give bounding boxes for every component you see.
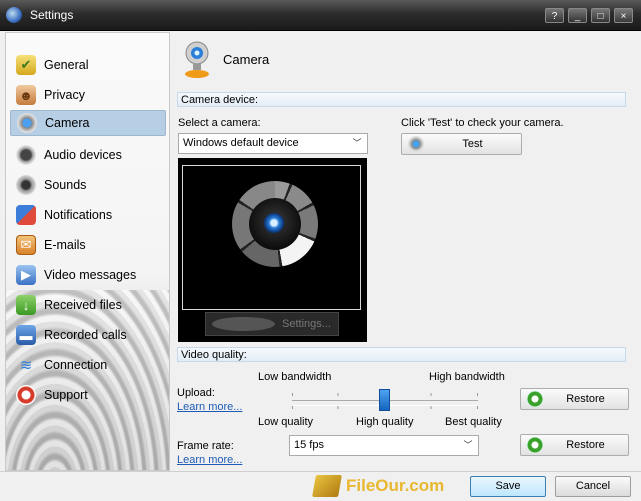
camera-icon	[17, 113, 37, 133]
test-button-label: Test	[462, 138, 483, 150]
quality-slider-thumb[interactable]	[379, 389, 390, 411]
camera-select[interactable]: Windows default device ﹀	[178, 133, 368, 154]
privacy-icon: ☻	[16, 85, 36, 105]
high-quality-label: High quality	[356, 416, 414, 428]
sidebar-item-label: Camera	[45, 116, 90, 130]
low-bandwidth-label: Low bandwidth	[258, 371, 332, 383]
maximize-button[interactable]: □	[591, 8, 610, 23]
camera-device-section-header: Camera device:	[177, 92, 626, 107]
camera-header-icon	[185, 41, 209, 78]
connection-icon: ≋	[19, 357, 33, 374]
settings-sidebar: ✔ General ☻ Privacy Camera Audio devices…	[5, 32, 170, 471]
sidebar-item-label: Received files	[44, 298, 122, 312]
sidebar-item-connection[interactable]: ≋ Connection	[10, 352, 166, 378]
sidebar-item-label: Video messages	[44, 268, 137, 282]
sidebar-item-label: Audio devices	[44, 148, 122, 162]
sidebar-item-notifications[interactable]: Notifications	[10, 202, 166, 228]
sidebar-item-support[interactable]: Support	[10, 382, 166, 408]
footer-divider	[0, 471, 641, 472]
title-bar: Settings ? _ □ ×	[0, 0, 641, 31]
restore-icon	[527, 437, 543, 453]
sidebar-item-label: Privacy	[44, 88, 85, 102]
watermark-box-icon	[312, 475, 342, 497]
page-title: Camera	[223, 52, 270, 67]
chevron-down-icon: ﹀	[352, 138, 362, 148]
camera-settings-icon	[212, 317, 275, 331]
high-bandwidth-label: High bandwidth	[429, 371, 505, 383]
restore-button-label: Restore	[566, 393, 605, 405]
sidebar-item-label: E-mails	[44, 238, 86, 252]
restore-button-label: Restore	[566, 439, 605, 451]
close-button[interactable]: ×	[614, 8, 633, 23]
cancel-button[interactable]: Cancel	[555, 476, 631, 497]
sidebar-item-received-files[interactable]: ↓ Received files	[10, 292, 166, 318]
sidebar-item-label: Connection	[44, 358, 108, 372]
audio-devices-icon	[16, 145, 36, 165]
frame-rate-value: 15 fps	[294, 439, 324, 451]
frame-rate-label: Frame rate:	[177, 440, 234, 452]
sidebar-item-label: Sounds	[44, 178, 87, 192]
minimize-button[interactable]: _	[568, 8, 587, 23]
video-messages-icon: ▶	[16, 265, 36, 285]
sidebar-item-general[interactable]: ✔ General	[10, 52, 166, 78]
upload-learn-more-link[interactable]: Learn more...	[177, 401, 242, 413]
camera-small-icon	[408, 136, 424, 152]
watermark-logo: FileOur.com	[312, 474, 445, 498]
camera-preview: Settings...	[178, 158, 367, 342]
sidebar-item-label: Notifications	[44, 208, 113, 222]
select-camera-label: Select a camera:	[178, 117, 261, 129]
app-gear-icon	[6, 7, 22, 23]
emails-icon: ✉	[16, 235, 36, 255]
test-button[interactable]: Test	[401, 133, 522, 155]
save-button[interactable]: Save	[470, 476, 546, 497]
preview-frame	[182, 165, 361, 310]
sidebar-item-label: Recorded calls	[44, 328, 127, 342]
sidebar-item-camera[interactable]: Camera	[10, 110, 166, 136]
video-quality-section-header: Video quality:	[177, 347, 626, 362]
best-quality-label: Best quality	[445, 416, 502, 428]
general-icon: ✔	[16, 55, 36, 75]
camera-select-value: Windows default device	[183, 137, 299, 149]
camera-settings-button[interactable]: Settings...	[205, 312, 339, 336]
sidebar-item-video-messages[interactable]: ▶ Video messages	[10, 262, 166, 288]
restore-frame-rate-button[interactable]: Restore	[520, 434, 629, 456]
sounds-icon	[16, 175, 36, 195]
low-quality-label: Low quality	[258, 416, 314, 428]
received-files-icon: ↓	[16, 295, 36, 315]
upload-label: Upload:	[177, 387, 215, 399]
sidebar-item-emails[interactable]: ✉ E-mails	[10, 232, 166, 258]
sidebar-item-label: General	[44, 58, 89, 72]
help-button[interactable]: ?	[545, 8, 564, 23]
sidebar-item-sounds[interactable]: Sounds	[10, 172, 166, 198]
webcam-lens-icon	[263, 213, 285, 235]
camera-settings-label: Settings...	[282, 318, 331, 330]
sidebar-item-privacy[interactable]: ☻ Privacy	[10, 82, 166, 108]
notifications-icon	[16, 205, 36, 225]
frame-rate-learn-more-link[interactable]: Learn more...	[177, 454, 242, 466]
sidebar-item-audio-devices[interactable]: Audio devices	[10, 142, 166, 168]
support-icon	[16, 385, 36, 405]
test-hint: Click 'Test' to check your camera.	[401, 117, 564, 129]
restore-icon	[527, 391, 543, 407]
chevron-down-icon: ﹀	[463, 440, 473, 450]
restore-upload-button[interactable]: Restore	[520, 388, 629, 410]
sidebar-item-recorded-calls[interactable]: ▬ Recorded calls	[10, 322, 166, 348]
frame-rate-select[interactable]: 15 fps ﹀	[289, 435, 479, 456]
window-title: Settings	[30, 8, 74, 22]
watermark-text: FileOur.com	[346, 476, 445, 495]
recorded-calls-icon: ▬	[16, 325, 36, 345]
sidebar-item-label: Support	[44, 388, 88, 402]
